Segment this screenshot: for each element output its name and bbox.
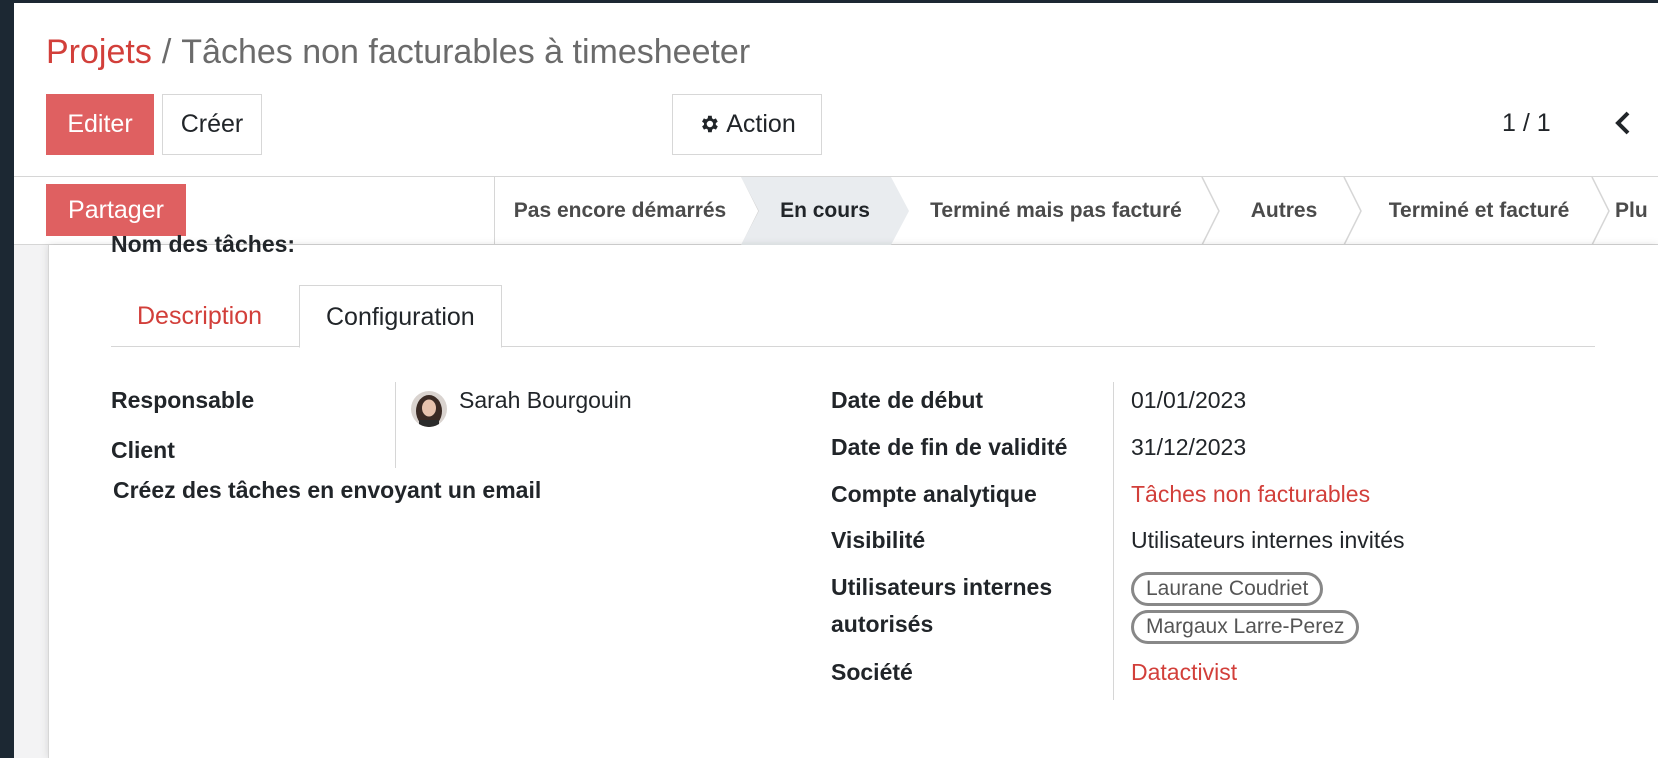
create-button[interactable]: Créer	[162, 94, 262, 155]
action-button[interactable]: Action	[672, 94, 822, 155]
control-panel: Projets / Tâches non facturables à timeshe…	[14, 3, 1658, 177]
field-separator	[1113, 382, 1114, 700]
task-name-label: Nom des tâches:	[111, 231, 296, 257]
date-start-label: Date de début	[831, 387, 984, 413]
allowed-users-label-line2: autorisés	[831, 611, 934, 637]
date-end-value: 31/12/2023	[1131, 434, 1247, 460]
date-start-value: 01/01/2023	[1131, 387, 1247, 413]
form-sheet: Nom des tâches: Description Configuratio…	[48, 231, 1658, 758]
visibility-label: Visibilité	[831, 527, 926, 553]
stage-divider	[1201, 177, 1220, 245]
tab-configuration[interactable]: Configuration	[299, 285, 502, 348]
company-label: Société	[831, 659, 913, 685]
edit-button[interactable]: Editer	[46, 94, 154, 155]
action-label: Action	[726, 110, 796, 138]
stage-more[interactable]: Plu	[1615, 177, 1658, 245]
stage-not-started[interactable]: Pas encore démarrés	[495, 177, 745, 245]
notebook-tabs: Description Configuration	[111, 285, 1595, 348]
gear-icon	[702, 115, 719, 133]
allowed-users-label-line1: Utilisateurs internes	[831, 574, 1053, 600]
client-label: Client	[111, 437, 175, 463]
breadcrumb: Projets / Tâches non facturables à timeshe…	[46, 33, 750, 72]
chevron-left-icon[interactable]	[1614, 110, 1632, 141]
user-tag[interactable]: Laurane Coudriet	[1131, 572, 1324, 606]
email-tasks-label: Créez des tâches en envoyant un email	[113, 477, 542, 503]
share-button[interactable]: Partager	[46, 184, 186, 236]
analytic-account-link[interactable]: Tâches non facturables	[1131, 481, 1370, 508]
stage-pipeline: Pas encore démarrés En cours Terminé mai…	[494, 177, 1658, 245]
stage-in-progress[interactable]: En cours	[741, 177, 909, 245]
tab-description[interactable]: Description	[111, 285, 288, 347]
company-link[interactable]: Datactivist	[1131, 659, 1237, 686]
stage-divider	[1343, 177, 1362, 245]
pager-value[interactable]: 1 / 1	[1502, 109, 1551, 138]
stage-done-not-billed[interactable]: Terminé mais pas facturé	[905, 177, 1207, 245]
left-window-edge	[0, 0, 14, 758]
analytic-account-label: Compte analytique	[831, 481, 1037, 507]
stage-others[interactable]: Autres	[1219, 177, 1349, 245]
responsable-label: Responsable	[111, 387, 255, 413]
avatar	[411, 391, 447, 427]
breadcrumb-separator: /	[161, 33, 172, 71]
breadcrumb-current: Tâches non facturables à timesheeter	[181, 33, 751, 71]
user-tag[interactable]: Margaux Larre-Perez	[1131, 610, 1360, 644]
field-separator	[395, 382, 396, 468]
visibility-value: Utilisateurs internes invités	[1131, 527, 1405, 553]
breadcrumb-projects-link[interactable]: Projets	[46, 33, 152, 71]
stage-divider	[1591, 177, 1610, 245]
stage-done-and-billed[interactable]: Terminé et facturé	[1361, 177, 1597, 245]
date-end-label: Date de fin de validité	[831, 434, 1068, 460]
responsable-value[interactable]: Sarah Bourgouin	[459, 387, 632, 414]
